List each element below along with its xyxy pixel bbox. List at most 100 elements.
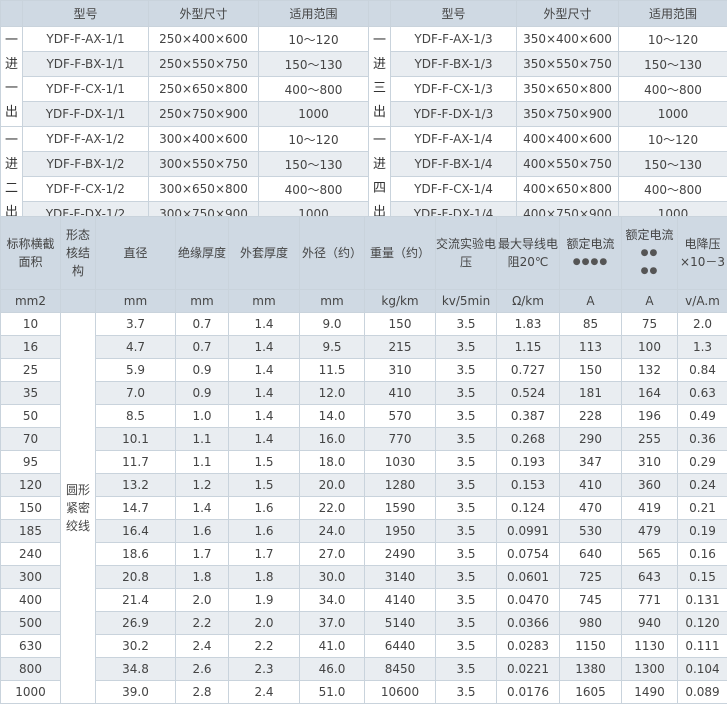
cable-cell: 0.727 [496,358,560,382]
cable-cell: 1.3 [677,335,727,359]
cable-cell: 25 [0,358,61,382]
cable-cell: 1.1 [175,427,229,451]
cable-cell: 3.5 [435,565,497,589]
cable-cell: 0.19 [677,519,727,543]
cable-header-cell: 外套厚度 [228,216,300,290]
model-header-cell: 外型尺寸 [516,0,619,27]
unit-cell: Ω/km [496,289,560,313]
model-header-cell: 型号 [22,0,149,27]
cable-cell: 5.9 [95,358,176,382]
unit-cell [60,289,96,313]
cable-header-cell: 重量（约） [364,216,436,290]
group-label-char: 一 [4,132,18,148]
model-cell: YDF-F-BX-1/3 [390,51,517,77]
cable-cell: 3.5 [435,427,497,451]
model-cell: YDF-F-CX-1/4 [390,176,517,202]
cable-cell: 51.0 [299,680,365,704]
cable-cell: 1.6 [175,519,229,543]
cable-units-row: mm2 mm mm mm mm kg/km kv/5min Ω/km A Av/A.m [0,289,727,313]
unit-cell: mm2 [0,289,61,313]
cable-cell: 1605 [559,680,622,704]
cable-cell: 3.5 [435,381,497,405]
cable-cell: 565 [621,542,678,566]
cable-cell: 5140 [364,611,436,635]
cable-cell: 13.2 [95,473,176,497]
cable-header-cell: 形态核结构 [60,216,96,290]
cable-row: 16 4.7 0.7 1.4 9.5 215 3.5 1.15 113 100 1.3 [0,335,727,359]
cable-cell: 1.15 [496,335,560,359]
cable-cell: 0.9 [175,358,229,382]
cable-row: 70 10.1 1.1 1.4 16.0 770 3.5 0.268 290 255 0.36 [0,427,727,451]
model-cell: YDF-F-BX-1/2 [22,151,149,177]
cable-header-label: 标称横截面积 [6,237,55,269]
cable-header-label: 额定电流 [625,228,674,242]
cable-cell: 11.5 [299,358,365,382]
core-shape-cell: 圆形紧密绞线 [60,312,96,704]
cable-cell: 1.7 [175,542,229,566]
cable-cell: 470 [559,496,622,520]
group-label-left: 一进一出 [0,26,23,127]
cable-cell: 3.5 [435,680,497,704]
cable-cell: 20.0 [299,473,365,497]
cable-cell: 3.5 [435,588,497,612]
model-row: YDF-F-CX-1/1 250×650×800 400～800 YDF-F-CX-1… [1,76,727,102]
cable-cell: 1.0 [175,404,229,428]
cable-cell: 1.4 [228,427,300,451]
cable-cell: 1.4 [228,404,300,428]
cable-cell: 3.5 [435,473,497,497]
cable-cell: 980 [559,611,622,635]
cable-cell: 1380 [559,657,622,681]
model-cell: YDF-F-AX-1/1 [22,26,149,52]
cable-cell: 1.5 [228,473,300,497]
cable-cell: 1.1 [175,450,229,474]
cable-cell: 3140 [364,565,436,589]
cable-cell: 16.0 [299,427,365,451]
cable-cell: 37.0 [299,611,365,635]
cable-header-label: 重量（约） [369,246,430,260]
cable-cell: 11.7 [95,450,176,474]
cable-header-label: 直径 [123,246,148,260]
cable-cell: 0.7 [175,335,229,359]
cable-cell: 34.0 [299,588,365,612]
cable-row: 800 34.8 2.6 2.3 46.0 8450 3.5 0.0221 1380 1300 0.… [0,657,727,681]
cable-cell: 7.0 [95,381,176,405]
cable-cell: 0.0601 [496,565,560,589]
cable-cell: 0.0221 [496,657,560,681]
cable-cell: 1950 [364,519,436,543]
cable-header-label: 形态核结构 [65,228,90,278]
cable-cell: 2.0 [228,611,300,635]
cable-cell: 150 [0,496,61,520]
cable-cell: 0.24 [677,473,727,497]
model-cell: YDF-F-AX-1/2 [22,126,149,152]
group-label-char: 出 [4,104,18,120]
cable-cell: 1150 [559,634,622,658]
cable-cell: 4.7 [95,335,176,359]
group-label-char: 一 [372,32,386,48]
cable-cell: 3.5 [435,519,497,543]
cable-cell: 570 [364,404,436,428]
unit-cell: A [559,289,622,313]
model-cell: 10～120 [618,126,727,152]
model-cell: 1000 [618,101,727,127]
cable-cell: 300 [0,565,61,589]
cable-cell: 9.5 [299,335,365,359]
cable-cell: 2.4 [175,634,229,658]
model-cell: 350×650×800 [516,76,619,102]
cable-cell: 8.5 [95,404,176,428]
cable-row: 10 圆形紧密绞线 3.7 0.7 1.4 9.0 150 3.5 1.83 85 75 2.0 [0,312,727,704]
header-corner-right [368,0,391,27]
cable-cell: 16.4 [95,519,176,543]
group-label-char: 进 [372,156,386,172]
cable-cell: 3.5 [435,404,497,428]
cable-row: 35 7.0 0.9 1.4 12.0 410 3.5 0.524 181 164 0.63 [0,381,727,405]
model-cell: 350×750×900 [516,101,619,127]
cable-row: 400 21.4 2.0 1.9 34.0 4140 3.5 0.0470 745 771 0.13… [0,588,727,612]
model-cell: 300×400×600 [148,126,259,152]
cable-cell: 0.0176 [496,680,560,704]
cable-cell: 500 [0,611,61,635]
model-cell: 300×550×750 [148,151,259,177]
cable-header-label: 最大导线电阻20℃ [497,237,558,269]
model-header-cell: 型号 [390,0,517,27]
cable-cell: 770 [364,427,436,451]
cable-cell: 3.5 [435,657,497,681]
